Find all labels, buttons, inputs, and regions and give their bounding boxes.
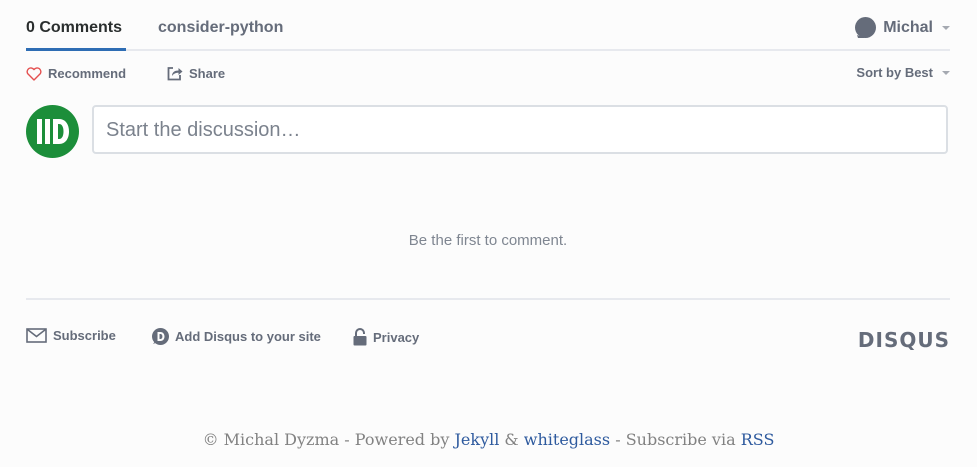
user-avatar-icon xyxy=(855,17,877,38)
disqus-thread: 0 Comments consider-python Michal Recomm… xyxy=(26,0,950,352)
top-nav: 0 Comments consider-python Michal xyxy=(26,0,950,51)
subscribe-link[interactable]: Subscribe xyxy=(26,328,116,343)
site-footer: © Michal Dyzma - Powered by Jekyll & whi… xyxy=(0,430,977,449)
tab-community[interactable]: consider-python xyxy=(158,18,283,38)
share-button[interactable]: Share xyxy=(167,66,225,81)
comment-input[interactable]: Start the discussion… xyxy=(92,105,948,154)
whiteglass-link[interactable]: whiteglass xyxy=(524,430,610,449)
sort-dropdown[interactable]: Sort by Best xyxy=(856,65,950,80)
copyright-text: © Michal Dyzma - Powered by xyxy=(202,430,455,449)
tab-comments[interactable]: 0 Comments xyxy=(26,18,126,51)
add-disqus-link[interactable]: Add Disqus to your site xyxy=(152,328,321,345)
privacy-label: Privacy xyxy=(373,329,420,345)
empty-state-message: Be the first to comment. xyxy=(408,232,568,249)
add-disqus-label: Add Disqus to your site xyxy=(175,329,321,344)
disqus-footer: Subscribe Add Disqus to your site Privac… xyxy=(26,326,950,352)
user-avatar-icon[interactable] xyxy=(26,105,79,158)
lock-icon xyxy=(353,328,367,346)
sort-label: Sort by Best xyxy=(856,65,933,80)
subscribe-via-text: - Subscribe via xyxy=(610,430,741,449)
heart-icon xyxy=(26,66,42,81)
user-name: Michal xyxy=(883,18,933,36)
user-menu[interactable]: Michal xyxy=(855,17,950,38)
share-label: Share xyxy=(189,66,226,81)
envelope-icon xyxy=(26,328,47,343)
share-icon xyxy=(167,67,183,81)
chevron-down-icon xyxy=(942,25,950,30)
jekyll-link[interactable]: Jekyll xyxy=(454,430,499,449)
disqus-d-icon xyxy=(152,328,169,345)
disqus-logo[interactable]: DISQUS xyxy=(858,328,950,352)
composer: Start the discussion… xyxy=(26,93,950,158)
recommend-button[interactable]: Recommend xyxy=(26,66,126,81)
recommend-label: Recommend xyxy=(48,66,127,81)
ampersand-text: & xyxy=(499,430,524,449)
privacy-link[interactable]: Privacy xyxy=(353,328,419,346)
divider xyxy=(26,298,950,300)
chevron-down-icon xyxy=(942,70,950,75)
subscribe-label: Subscribe xyxy=(53,328,116,343)
rss-link[interactable]: RSS xyxy=(741,430,775,449)
action-bar: Recommend Share Sort by Best xyxy=(26,51,950,93)
